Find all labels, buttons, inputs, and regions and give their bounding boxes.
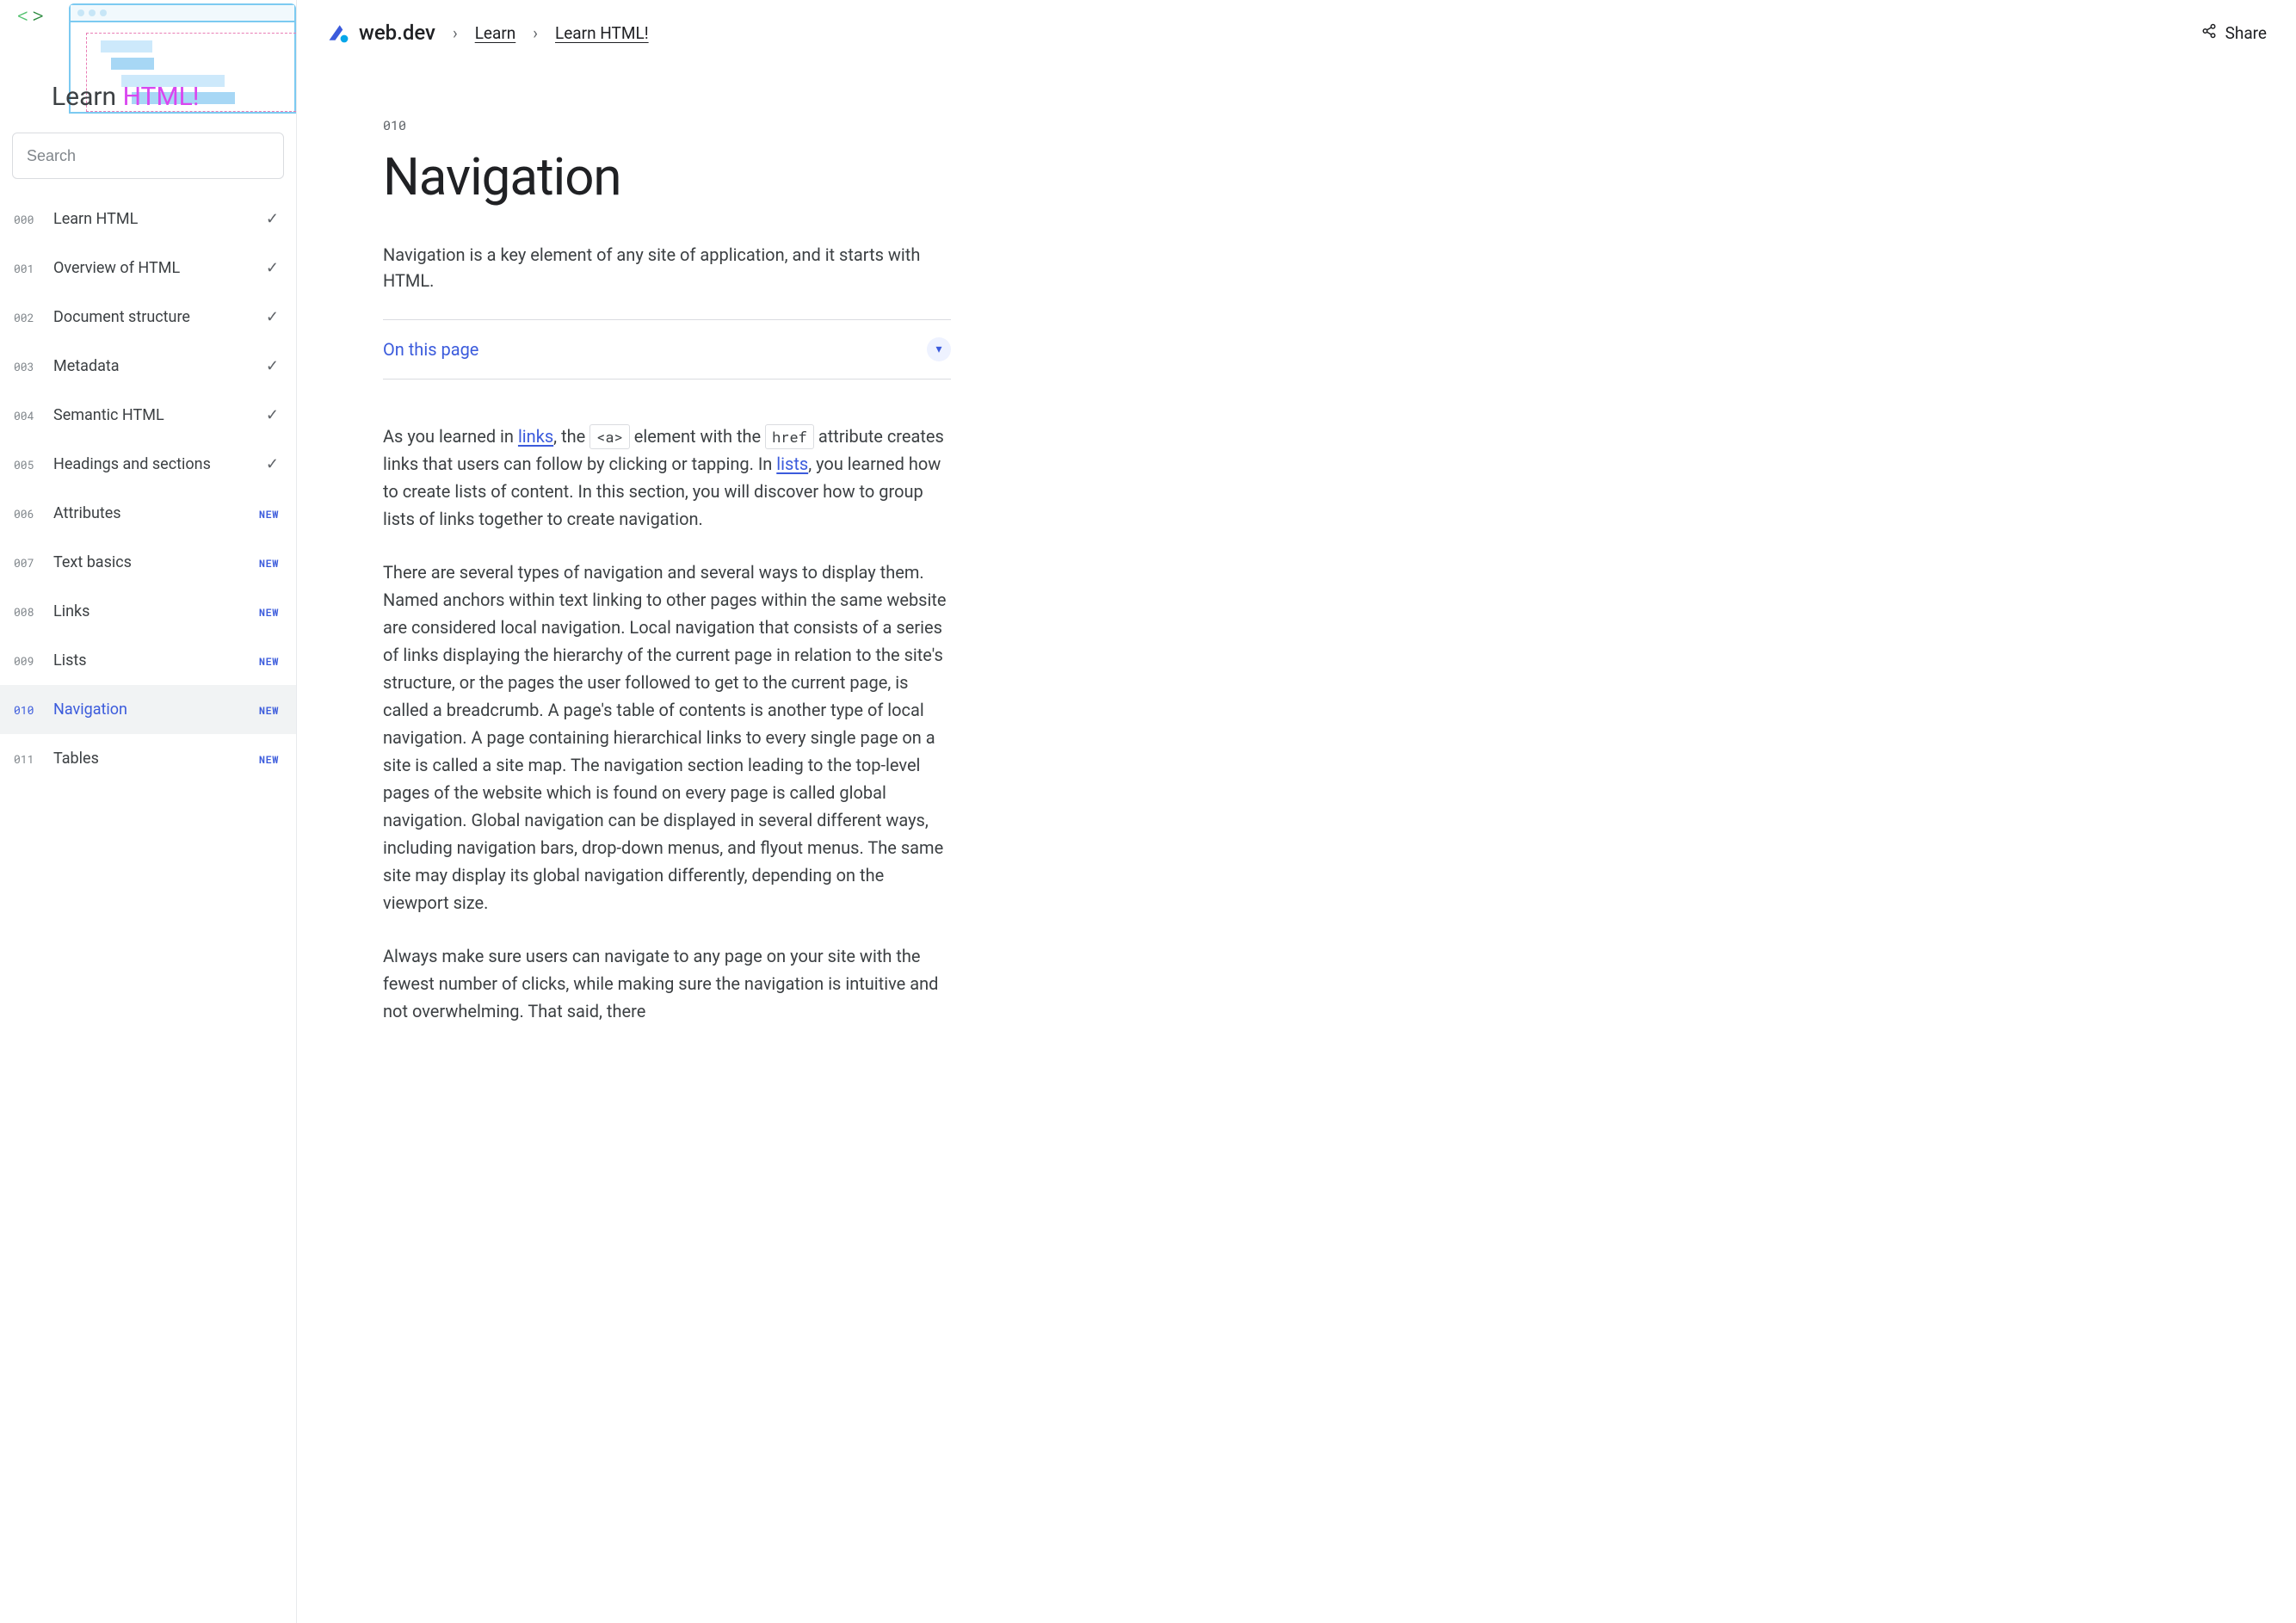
sidebar-item-lists[interactable]: 009 Lists NEW xyxy=(0,636,296,685)
link-links[interactable]: links xyxy=(518,426,553,447)
paragraph-2: There are several types of navigation an… xyxy=(383,558,951,916)
nav-item-number: 001 xyxy=(14,261,38,276)
sidebar-item-overview-of-html[interactable]: 001 Overview of HTML ✓ xyxy=(0,244,296,293)
search-input[interactable] xyxy=(12,133,284,179)
nav-item-label: Navigation xyxy=(53,700,234,719)
sidebar-item-attributes[interactable]: 006 Attributes NEW xyxy=(0,489,296,538)
nav-item-label: Tables xyxy=(53,750,234,768)
nav-item-number: 006 xyxy=(14,506,38,521)
brand-logo[interactable]: web.dev xyxy=(326,21,435,45)
toc-label: On this page xyxy=(383,339,478,360)
toc-toggle[interactable]: On this page ▾ xyxy=(383,319,951,380)
check-icon: ✓ xyxy=(250,357,279,375)
nav-item-label: Learn HTML xyxy=(53,210,234,228)
nav-item-label: Metadata xyxy=(53,357,234,375)
check-icon: ✓ xyxy=(250,406,279,424)
hero-title: Learn HTML! xyxy=(52,82,200,112)
new-badge: NEW xyxy=(250,553,279,571)
course-hero: <> Learn HTML! xyxy=(0,0,296,120)
nav-item-label: Text basics xyxy=(53,553,234,571)
check-icon: ✓ xyxy=(250,308,279,326)
share-label: Share xyxy=(2225,23,2267,43)
nav-item-label: Semantic HTML xyxy=(53,406,234,424)
chevron-right-icon: › xyxy=(533,23,538,43)
sidebar-item-metadata[interactable]: 003 Metadata ✓ xyxy=(0,342,296,391)
article: 010 Navigation Navigation is a key eleme… xyxy=(297,65,951,1051)
nav-item-label: Overview of HTML xyxy=(53,259,234,277)
link-lists[interactable]: lists xyxy=(776,454,808,474)
sidebar-item-text-basics[interactable]: 007 Text basics NEW xyxy=(0,538,296,587)
sidebar-item-tables[interactable]: 011 Tables NEW xyxy=(0,734,296,783)
code-a-tag: <a> xyxy=(589,424,630,449)
new-badge: NEW xyxy=(250,750,279,768)
check-icon: ✓ xyxy=(250,455,279,473)
nav-item-number: 005 xyxy=(14,457,38,472)
nav-item-number: 003 xyxy=(14,359,38,374)
nav-item-label: Lists xyxy=(53,651,234,670)
check-icon: ✓ xyxy=(250,259,279,277)
check-icon: ✓ xyxy=(250,210,279,228)
code-href: href xyxy=(765,424,814,449)
paragraph-3: Always make sure users can navigate to a… xyxy=(383,942,951,1025)
crumb-learn-html[interactable]: Learn HTML! xyxy=(555,23,649,43)
nav-item-number: 007 xyxy=(14,555,38,571)
sidebar-item-headings-and-sections[interactable]: 005 Headings and sections ✓ xyxy=(0,440,296,489)
nav-item-number: 009 xyxy=(14,653,38,669)
nav-item-label: Headings and sections xyxy=(53,455,234,473)
share-icon xyxy=(2201,23,2217,43)
paragraph-1: As you learned in links, the <a> element… xyxy=(383,423,951,533)
nav-item-number: 008 xyxy=(14,604,38,620)
article-lede: Navigation is a key element of any site … xyxy=(383,242,951,293)
webdev-logo-icon xyxy=(326,21,350,45)
new-badge: NEW xyxy=(250,651,279,670)
new-badge: NEW xyxy=(250,700,279,719)
nav-item-number: 010 xyxy=(14,702,38,718)
topbar: web.dev › Learn › Learn HTML! Share xyxy=(297,0,2296,65)
nav-item-label: Attributes xyxy=(53,504,234,522)
sidebar: <> Learn HTML! 000 Learn HTML ✓ 001 Overview… xyxy=(0,0,297,1623)
hero-chevrons-icon: <> xyxy=(17,3,44,29)
sidebar-item-learn-html[interactable]: 000 Learn HTML ✓ xyxy=(0,194,296,244)
page-title: Navigation xyxy=(383,146,951,207)
nav-item-label: Links xyxy=(53,602,234,620)
sidebar-item-links[interactable]: 008 Links NEW xyxy=(0,587,296,636)
new-badge: NEW xyxy=(250,602,279,620)
nav-item-number: 004 xyxy=(14,408,38,423)
new-badge: NEW xyxy=(250,504,279,522)
chevron-right-icon: › xyxy=(453,23,458,43)
article-number: 010 xyxy=(383,117,951,134)
chevron-down-icon: ▾ xyxy=(927,337,951,361)
nav-item-number: 002 xyxy=(14,310,38,325)
brand-name: web.dev xyxy=(359,21,435,45)
sidebar-item-semantic-html[interactable]: 004 Semantic HTML ✓ xyxy=(0,391,296,440)
share-button[interactable]: Share xyxy=(2201,23,2267,43)
sidebar-item-document-structure[interactable]: 002 Document structure ✓ xyxy=(0,293,296,342)
nav-item-label: Document structure xyxy=(53,308,234,326)
crumb-learn[interactable]: Learn xyxy=(475,23,516,43)
sidebar-item-navigation[interactable]: 010 Navigation NEW xyxy=(0,685,296,734)
nav-item-number: 000 xyxy=(14,212,38,227)
breadcrumb: › Learn › Learn HTML! xyxy=(453,23,649,43)
main: web.dev › Learn › Learn HTML! Share 010 … xyxy=(297,0,2296,1623)
course-nav: 000 Learn HTML ✓ 001 Overview of HTML ✓ 002 Doc… xyxy=(0,188,296,1623)
nav-item-number: 011 xyxy=(14,751,38,767)
